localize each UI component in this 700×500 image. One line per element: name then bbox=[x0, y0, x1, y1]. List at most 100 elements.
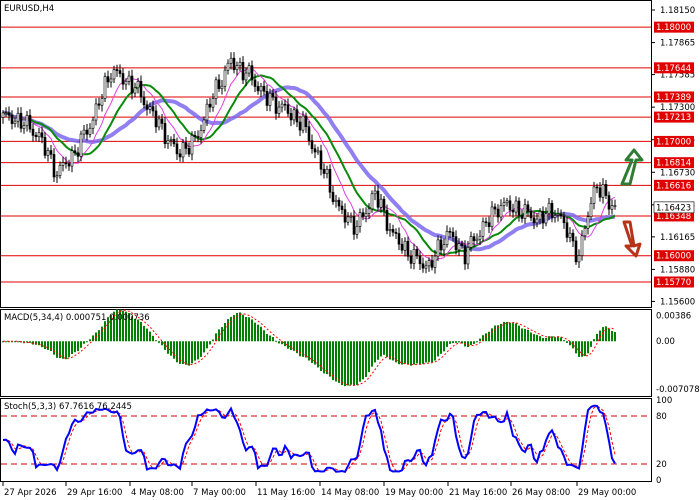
candle-body bbox=[502, 202, 506, 206]
candle-body bbox=[466, 247, 470, 265]
macd-bar bbox=[278, 341, 280, 344]
macd-bar bbox=[467, 341, 469, 348]
candle-body bbox=[376, 190, 380, 208]
candle-body bbox=[157, 118, 161, 128]
macd-bar bbox=[44, 341, 46, 349]
macd-bar bbox=[86, 341, 88, 343]
macd-bar bbox=[545, 338, 547, 342]
stoch-tick-label: 0 bbox=[656, 476, 661, 486]
candle-body bbox=[511, 209, 515, 213]
candle-body bbox=[25, 115, 29, 126]
macd-bar bbox=[431, 341, 433, 363]
candle-body bbox=[604, 184, 608, 196]
candle-body bbox=[343, 209, 347, 223]
macd-bar bbox=[551, 336, 553, 342]
macd-bar bbox=[290, 341, 292, 351]
candle-body bbox=[259, 85, 263, 92]
candle-body bbox=[583, 227, 587, 237]
macd-bar bbox=[266, 333, 268, 342]
macd-bar bbox=[443, 341, 445, 352]
candle-body bbox=[217, 79, 221, 89]
macd-tick-label: 0.00 bbox=[656, 337, 675, 347]
macd-bar bbox=[590, 341, 592, 347]
candle-body bbox=[172, 138, 176, 145]
x-tick-label: 11 May 16:00 bbox=[257, 488, 315, 498]
macd-bar bbox=[488, 331, 490, 342]
candle-body bbox=[292, 109, 296, 121]
candle-body bbox=[331, 191, 335, 202]
macd-bar bbox=[299, 341, 301, 357]
macd-bar bbox=[89, 339, 91, 342]
candle-body bbox=[22, 125, 26, 129]
macd-bar bbox=[506, 321, 508, 342]
macd-bar bbox=[413, 341, 415, 365]
macd-bar bbox=[326, 341, 328, 375]
macd-bar bbox=[386, 341, 388, 357]
candle-body bbox=[73, 150, 77, 154]
candle-body bbox=[94, 103, 98, 121]
y-tick-label: 1.15880 bbox=[660, 265, 695, 275]
macd-bar bbox=[416, 341, 418, 364]
macd-bar bbox=[437, 341, 439, 357]
candle-body bbox=[472, 236, 476, 242]
macd-tick-label: -0.007078 bbox=[656, 385, 700, 395]
candle-body bbox=[64, 162, 68, 165]
macd-bar bbox=[254, 322, 256, 342]
candle-body bbox=[349, 215, 353, 218]
candle-body bbox=[340, 205, 344, 210]
macd-bar bbox=[206, 341, 208, 349]
candle-body bbox=[181, 142, 185, 158]
candle-body bbox=[124, 81, 128, 85]
macd-bar bbox=[593, 339, 595, 342]
candle-body bbox=[238, 61, 242, 66]
x-tick-label: 29 May 00:00 bbox=[578, 488, 636, 498]
macd-bar bbox=[185, 341, 187, 365]
macd-bar bbox=[587, 341, 589, 354]
macd-bar bbox=[251, 319, 253, 342]
candle-body bbox=[142, 96, 146, 106]
candle-body bbox=[610, 205, 614, 210]
candle-body bbox=[586, 216, 590, 229]
candle-body bbox=[46, 150, 50, 156]
candle-body bbox=[412, 248, 416, 264]
candle-body bbox=[187, 148, 191, 155]
macd-bar bbox=[197, 341, 199, 360]
candle-body bbox=[460, 243, 464, 246]
macd-bar bbox=[164, 341, 166, 350]
macd-label: MACD(5,34,4) 0.000751 0.000736 bbox=[4, 313, 150, 323]
macd-bar bbox=[578, 341, 580, 357]
macd-bar bbox=[263, 330, 265, 342]
candle-body bbox=[193, 135, 197, 137]
candle-body bbox=[163, 123, 167, 144]
chart-title: EURUSD,H4 bbox=[4, 4, 54, 14]
candle-body bbox=[457, 243, 461, 251]
candle-body bbox=[421, 263, 425, 269]
macd-bar bbox=[347, 341, 349, 386]
macd-bar bbox=[554, 337, 556, 342]
candle-body bbox=[505, 200, 509, 204]
candle-body bbox=[346, 216, 350, 223]
candle-body bbox=[301, 115, 305, 131]
macd-bar bbox=[161, 341, 163, 346]
macd-bar bbox=[368, 341, 370, 373]
macd-bar bbox=[260, 326, 262, 342]
candle-body bbox=[97, 103, 101, 106]
macd-bar bbox=[422, 341, 424, 364]
candle-body bbox=[307, 126, 311, 141]
candle-body bbox=[160, 118, 164, 124]
candle-body bbox=[535, 218, 539, 224]
candle-body bbox=[364, 213, 368, 217]
macd-bar bbox=[434, 341, 436, 361]
macd-bar bbox=[152, 335, 154, 342]
macd-bar bbox=[236, 313, 238, 342]
candle-body bbox=[127, 75, 131, 82]
macd-bar bbox=[491, 328, 493, 342]
macd-bar bbox=[41, 341, 43, 348]
candle-body bbox=[325, 168, 329, 174]
candle-body bbox=[487, 222, 491, 227]
candle-body bbox=[550, 202, 554, 218]
candle-body bbox=[55, 175, 59, 178]
candle-body bbox=[316, 150, 320, 153]
candle-body bbox=[607, 195, 611, 210]
macd-bar bbox=[188, 341, 190, 366]
